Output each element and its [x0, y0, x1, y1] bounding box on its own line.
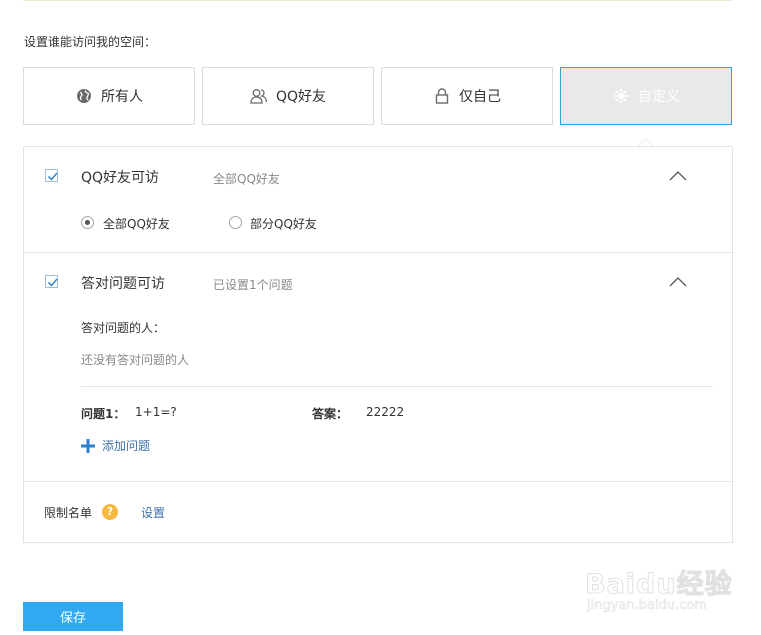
question-subtitle: 已设置1个问题 — [213, 278, 293, 292]
add-question-link[interactable]: 添加问题 — [81, 437, 150, 454]
question-1-label: 问题1： — [81, 407, 126, 421]
gear-icon — [612, 87, 630, 105]
qq-friends-section: QQ好友可访 全部QQ好友 全部QQ好友 部分QQ好友 — [24, 147, 732, 253]
radio-all-friends-label: 全部QQ好友 — [103, 217, 170, 231]
custom-settings-panel: QQ好友可访 全部QQ好友 全部QQ好友 部分QQ好友 答对问题可访 已设置1个… — [23, 146, 733, 543]
radio-all-friends[interactable] — [81, 216, 94, 229]
question-divider — [81, 386, 713, 387]
question-1-value: 1+1=? — [135, 405, 177, 419]
radio-some-friends-label: 部分QQ好友 — [250, 217, 317, 231]
question-checkbox[interactable] — [45, 275, 58, 288]
option-custom[interactable]: 自定义 — [560, 67, 732, 125]
access-options: 所有人 QQ好友 仅自己 自定义 — [23, 67, 732, 125]
checkmark-icon — [47, 172, 58, 181]
answered-label: 答对问题的人： — [81, 321, 166, 335]
plus-icon — [81, 438, 95, 453]
answer-value: 22222 — [366, 405, 405, 419]
lock-icon — [433, 87, 451, 105]
add-question-label: 添加问题 — [102, 439, 151, 453]
radio-some-friends[interactable] — [229, 216, 242, 229]
globe-icon — [75, 87, 93, 105]
option-custom-label: 自定义 — [638, 89, 680, 105]
blocklist-settings-link[interactable]: 设置 — [141, 504, 165, 521]
save-button[interactable]: 保存 — [23, 602, 123, 631]
qq-friends-checkbox[interactable] — [45, 169, 58, 182]
top-divider — [23, 0, 732, 1]
option-everyone-label: 所有人 — [101, 89, 143, 105]
option-everyone[interactable]: 所有人 — [23, 67, 195, 125]
option-qq-friends-label: QQ好友 — [275, 89, 327, 105]
help-icon[interactable]: ? — [102, 504, 118, 520]
friends-icon — [250, 87, 268, 105]
baidu-jingyan-watermark: Baidu经验 jingyan.baidu.com — [585, 560, 735, 620]
option-only-me-label: 仅自己 — [459, 89, 501, 105]
chevron-up-icon[interactable] — [669, 277, 687, 287]
blocklist-label: 限制名单 — [44, 506, 93, 520]
checkmark-icon — [47, 278, 58, 287]
qq-friends-subtitle: 全部QQ好友 — [213, 172, 280, 186]
question-title: 答对问题可访 — [81, 276, 165, 292]
watermark-sub-text: jingyan.baidu.com — [587, 598, 708, 614]
blocklist-section: 限制名单 ? 设置 — [24, 482, 732, 542]
answer-label: 答案： — [312, 407, 349, 421]
option-only-me[interactable]: 仅自己 — [381, 67, 553, 125]
chevron-up-icon[interactable] — [669, 171, 687, 181]
answered-empty-text: 还没有答对问题的人 — [81, 353, 190, 367]
option-qq-friends[interactable]: QQ好友 — [202, 67, 374, 125]
watermark-main-text: Baidu经验 — [585, 569, 733, 601]
access-prompt: 设置谁能访问我的空间： — [24, 35, 157, 49]
qq-friends-title: QQ好友可访 — [81, 170, 160, 186]
